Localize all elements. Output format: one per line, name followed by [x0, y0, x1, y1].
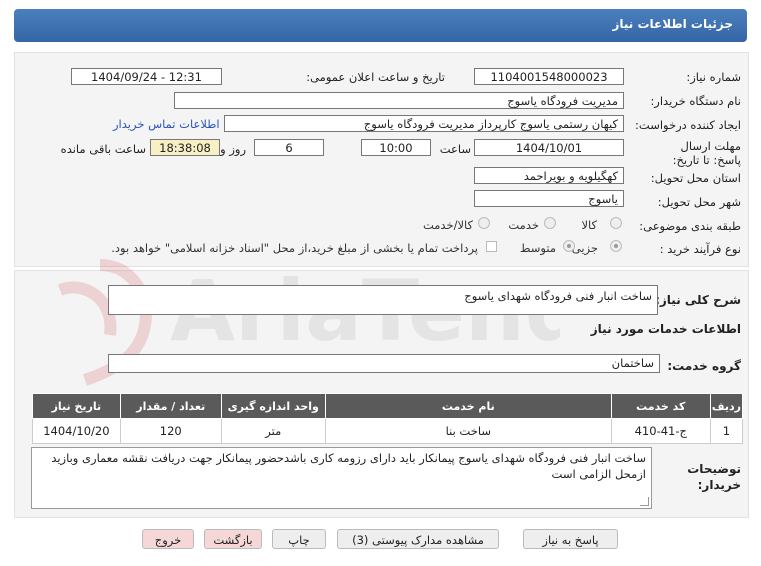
- category-radio-goods[interactable]: [610, 217, 622, 229]
- category-radio-goods-service[interactable]: [478, 217, 490, 229]
- title-bar: جزئیات اطلاعات نیاز: [14, 9, 747, 42]
- deadline-time-label: ساعت: [439, 142, 471, 156]
- col-need-date: تاریخ نیاز: [32, 393, 121, 419]
- requester-label: ایجاد کننده درخواست:: [635, 118, 741, 132]
- process-option-minor: جزیی: [571, 241, 598, 255]
- process-option-medium: متوسط: [519, 241, 556, 255]
- col-service-name: نام خدمت: [324, 393, 612, 419]
- days-label: روز و: [220, 142, 246, 156]
- cell-service-name: ساخت بنا: [324, 418, 612, 444]
- back-button[interactable]: بازگشت: [204, 529, 262, 549]
- treasury-checkbox[interactable]: [486, 241, 497, 252]
- col-unit: واحد اندازه گیری: [220, 393, 326, 419]
- service-group-field: ساختمان: [108, 354, 660, 373]
- description-label: شرح کلی نیاز:: [655, 293, 741, 307]
- requester-field: کیهان رستمی یاسوج کارپرداز مدیریت فرودگا…: [224, 115, 624, 132]
- col-service-code: کد خدمت: [610, 393, 711, 419]
- buyer-notes-text: ساخت انبار فنی فرودگاه شهدای یاسوج پیمان…: [51, 451, 646, 481]
- table-header-row: ردیف کد خدمت نام خدمت واحد اندازه گیری ت…: [32, 393, 744, 419]
- category-label: طبقه بندی موضوعی:: [639, 219, 741, 233]
- attachments-button[interactable]: مشاهده مدارک پیوستی (3): [337, 529, 499, 549]
- services-table: ردیف کد خدمت نام خدمت واحد اندازه گیری ت…: [32, 393, 744, 444]
- category-option-goods-service: کالا/خدمت: [422, 218, 473, 232]
- print-button[interactable]: چاپ: [272, 529, 326, 549]
- remaining-time-field: 18:38:08: [150, 139, 220, 156]
- resize-handle-icon[interactable]: [640, 497, 649, 506]
- buyer-notes-label: توضیحات خریدار:: [687, 462, 741, 492]
- cell-quantity: 120: [119, 418, 222, 444]
- remaining-label: ساعت باقی مانده: [60, 142, 146, 156]
- category-option-goods: کالا: [581, 218, 597, 232]
- process-radio-medium[interactable]: [563, 240, 575, 252]
- deadline-time-field: 10:00: [361, 139, 431, 156]
- need-number-label: شماره نیاز:: [686, 70, 741, 84]
- table-row: 1 ج-41-410 ساخت بنا متر 120 1404/10/20: [32, 418, 744, 444]
- col-quantity: تعداد / مقدار: [119, 393, 222, 419]
- service-group-label: گروه خدمت:: [667, 359, 741, 373]
- buyer-org-label: نام دستگاه خریدار:: [650, 94, 741, 108]
- deadline-label: مهلت ارسال پاسخ: تا تاریخ:: [672, 139, 741, 167]
- cell-row: 1: [709, 418, 744, 444]
- buyer-contact-link[interactable]: اطلاعات تماس خریدار: [113, 117, 220, 131]
- category-radio-service[interactable]: [544, 217, 556, 229]
- cell-unit: متر: [220, 418, 326, 444]
- cell-need-date: 1404/10/20: [32, 418, 121, 444]
- province-field: کهگیلویه و بویراحمد: [474, 167, 624, 184]
- col-row: ردیف: [709, 393, 744, 419]
- services-heading: اطلاعات خدمات مورد نیاز: [590, 322, 741, 336]
- announce-label: تاریخ و ساعت اعلان عمومی:: [306, 70, 445, 84]
- description-text: ساخت انبار فنی فرودگاه شهدای یاسوج: [464, 289, 652, 303]
- process-radio-minor[interactable]: [610, 240, 622, 252]
- announce-field: 1404/09/24 - 12:31: [71, 68, 222, 85]
- city-field: یاسوج: [474, 190, 624, 207]
- province-label: استان محل تحویل:: [650, 171, 741, 185]
- category-option-service: خدمت: [508, 218, 539, 232]
- reply-button[interactable]: پاسخ به نیاز: [523, 529, 618, 549]
- exit-button[interactable]: خروج: [142, 529, 194, 549]
- need-number-field: 1104001548000023: [474, 68, 624, 85]
- description-field: ساخت انبار فنی فرودگاه شهدای یاسوج: [108, 285, 658, 315]
- cell-service-code: ج-41-410: [610, 418, 711, 444]
- treasury-note: پرداخت تمام یا بخشی از مبلغ خرید،از محل …: [111, 241, 478, 255]
- process-label: نوع فرآیند خرید :: [659, 242, 741, 256]
- days-field: 6: [254, 139, 324, 156]
- buyer-notes-field: ساخت انبار فنی فرودگاه شهدای یاسوج پیمان…: [31, 447, 652, 509]
- page-title: جزئیات اطلاعات نیاز: [612, 17, 733, 31]
- buyer-org-field: مدیریت فرودگاه یاسوج: [174, 92, 624, 109]
- deadline-date-field: 1404/10/01: [474, 139, 624, 156]
- city-label: شهر محل تحویل:: [657, 195, 741, 209]
